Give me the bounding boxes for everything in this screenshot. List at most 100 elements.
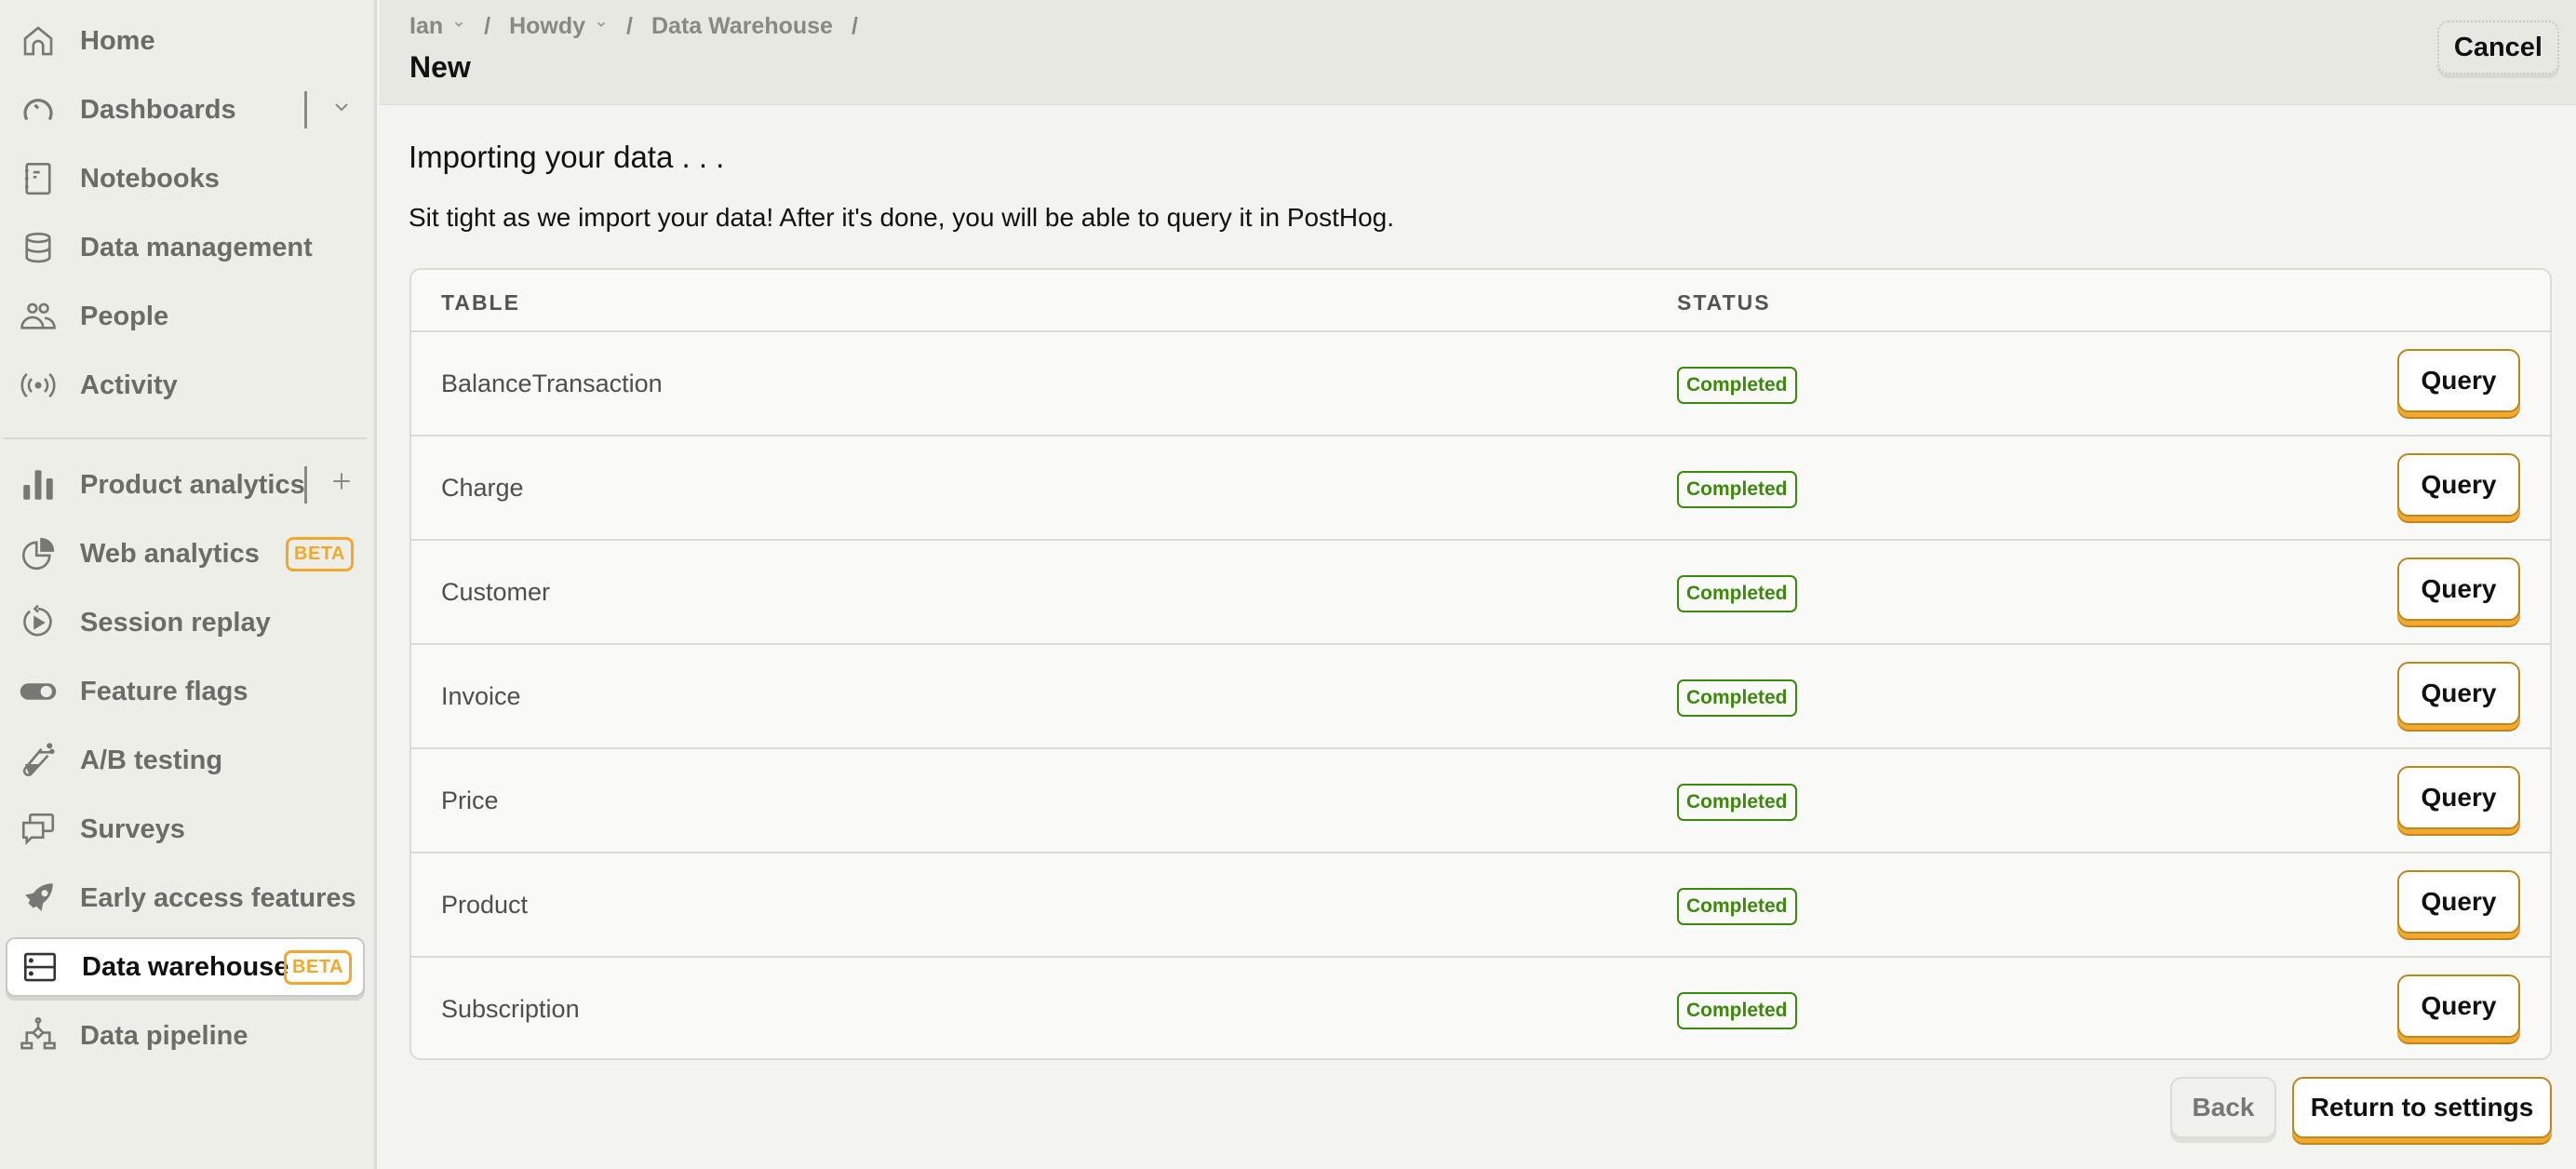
sidebar-item-early-access-features[interactable]: Early access features (6, 868, 365, 928)
table-name-cell: Product (441, 891, 529, 919)
sidebar-item-dashboards[interactable]: Dashboards (6, 80, 365, 140)
sidebar: Home Dashboards Notebooks Data managemen… (0, 0, 377, 1169)
sidebar-item-label: Surveys (80, 813, 185, 844)
chevron-down-icon (595, 18, 608, 35)
table-name-cell: Invoice (441, 682, 521, 710)
divider (304, 91, 307, 128)
sidebar-item-label: Notebooks (80, 163, 220, 194)
sidebar-item-label: Activity (80, 370, 178, 400)
pipeline-icon (19, 1016, 58, 1055)
breadcrumb-separator: / (484, 13, 491, 39)
dashboard-gauge-icon (19, 90, 58, 129)
breadcrumb-organization[interactable]: Ian (409, 13, 465, 40)
query-button[interactable]: Query (2397, 558, 2520, 621)
sidebar-item-label: A/B testing (80, 745, 223, 775)
chevron-down-icon (328, 94, 356, 126)
table-name-cell: Customer (441, 578, 551, 606)
column-header-status: STATUS (1677, 290, 1771, 315)
import-heading: Importing your data . . . (409, 140, 725, 174)
sidebar-item-data-management[interactable]: Data management (6, 218, 365, 277)
sidebar-item-notebooks[interactable]: Notebooks (6, 149, 365, 208)
new-insight-button[interactable] (304, 463, 356, 507)
sidebar-item-label: Feature flags (80, 676, 248, 706)
query-button[interactable]: Query (2397, 870, 2520, 934)
replay-icon (19, 603, 58, 642)
chevron-down-icon (452, 18, 465, 35)
notebook-icon (19, 159, 58, 198)
chat-bubbles-icon (19, 810, 58, 849)
sidebar-item-activity[interactable]: Activity (6, 356, 365, 415)
return-to-settings-button[interactable]: Return to settings (2292, 1077, 2552, 1138)
sidebar-item-product-analytics[interactable]: Product analytics (6, 455, 365, 515)
query-button[interactable]: Query (2397, 453, 2520, 517)
status-badge: Completed (1677, 992, 1797, 1029)
breadcrumb-separator: / (851, 13, 858, 39)
sidebar-item-label: Data warehouse (82, 951, 289, 982)
home-icon (19, 21, 58, 60)
status-badge: Completed (1677, 784, 1797, 821)
sidebar-item-label: Data pipeline (80, 1020, 248, 1051)
page-header: Ian / Howdy / Data Warehouse / New Cance… (380, 0, 2576, 105)
cancel-button[interactable]: Cancel (2436, 20, 2559, 74)
rocket-icon (19, 879, 58, 918)
sidebar-item-home[interactable]: Home (6, 11, 365, 71)
dashboards-dropdown-button[interactable] (304, 87, 356, 132)
sidebar-item-surveys[interactable]: Surveys (6, 799, 365, 859)
sidebar-item-label: Session replay (80, 607, 271, 638)
table-row: Subscription Completed Query (411, 958, 2550, 1058)
sidebar-item-label: Product analytics (80, 469, 305, 500)
table-name-cell: BalanceTransaction (441, 370, 663, 397)
column-header-table: TABLE (441, 290, 520, 315)
server-icon (20, 947, 60, 987)
breadcrumb-project[interactable]: Howdy (509, 13, 608, 40)
table-name-cell: Price (441, 786, 499, 814)
beta-badge: BETA (286, 536, 354, 571)
sidebar-item-feature-flags[interactable]: Feature flags (6, 662, 365, 721)
table-name-cell: Subscription (441, 995, 580, 1023)
sidebar-item-label: Web analytics (80, 538, 260, 569)
table-row: Invoice Completed Query (411, 645, 2550, 749)
import-status-table: TABLE STATUS BalanceTransaction Completed… (409, 268, 2552, 1060)
query-button[interactable]: Query (2397, 662, 2520, 725)
table-body: BalanceTransaction Completed Query Charge Co… (411, 332, 2550, 1058)
query-button[interactable]: Query (2397, 766, 2520, 829)
table-row: Product Completed Query (411, 853, 2550, 958)
breadcrumb-label: Data Warehouse (651, 13, 833, 39)
table-row: Price Completed Query (411, 749, 2550, 853)
sidebar-item-people[interactable]: People (6, 287, 365, 346)
toggle-icon (19, 672, 58, 711)
beta-badge: BETA (284, 949, 352, 985)
sidebar-item-session-replay[interactable]: Session replay (6, 593, 365, 652)
sidebar-item-label: Dashboards (80, 94, 236, 125)
table-row: BalanceTransaction Completed Query (411, 332, 2550, 437)
sidebar-item-data-warehouse[interactable]: Data warehouse BETA (6, 937, 365, 997)
breadcrumb: Ian / Howdy / Data Warehouse / (409, 13, 877, 40)
sidebar-item-label: People (80, 301, 169, 331)
sidebar-item-ab-testing[interactable]: A/B testing (6, 731, 365, 790)
query-button[interactable]: Query (2397, 349, 2520, 412)
sidebar-item-label: Data management (80, 232, 313, 262)
import-description: Sit tight as we import your data! After … (409, 203, 1394, 232)
pie-chart-icon (19, 534, 58, 573)
sidebar-divider (4, 437, 367, 439)
bar-chart-icon (19, 465, 58, 504)
breadcrumb-separator: / (626, 13, 633, 39)
database-icon (19, 228, 58, 267)
test-tube-icon (19, 741, 58, 780)
status-badge: Completed (1677, 679, 1797, 717)
sidebar-item-data-pipeline[interactable]: Data pipeline (6, 1006, 365, 1066)
plus-icon (328, 469, 356, 501)
breadcrumb-label: Howdy (509, 13, 586, 39)
sidebar-item-label: Early access features (80, 882, 356, 913)
table-row: Charge Completed Query (411, 437, 2550, 541)
table-row: Customer Completed Query (411, 541, 2550, 645)
back-button[interactable]: Back (2170, 1077, 2276, 1138)
breadcrumb-data-warehouse[interactable]: Data Warehouse (651, 13, 833, 40)
activity-broadcast-icon (19, 366, 58, 405)
query-button[interactable]: Query (2397, 974, 2520, 1038)
people-icon (19, 297, 58, 336)
sidebar-item-label: Home (80, 25, 155, 56)
sidebar-item-web-analytics[interactable]: Web analytics BETA (6, 524, 365, 584)
table-header: TABLE STATUS (411, 270, 2550, 332)
status-badge: Completed (1677, 367, 1797, 404)
